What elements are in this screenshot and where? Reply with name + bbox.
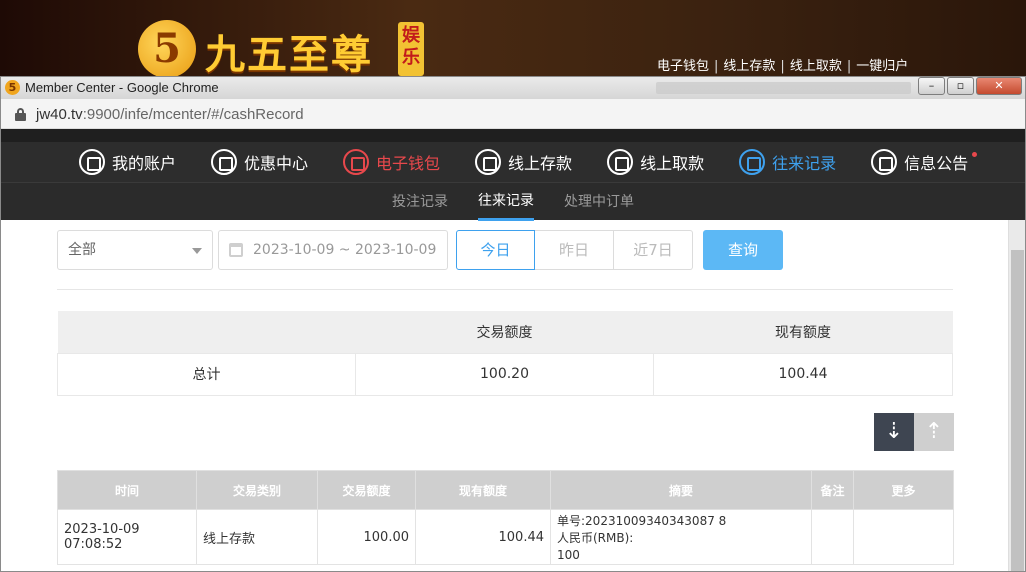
minimize-button[interactable]: – [918,77,945,95]
row-summary: 单号:20231009340343087 8 人民币(RMB): 100 [550,509,812,565]
summary-total-label: 总计 [57,352,356,396]
col-note: 备注 [811,470,854,510]
row-time: 2023-10-09 07:08:52 [57,509,197,565]
col-balance: 现有额度 [415,470,551,510]
nav-item-promotions[interactable]: 优惠中心 [211,149,308,175]
main-nav: 我的账户 优惠中心 电子钱包 线上存款 线上取款 往来记录 信息公告 [1,142,1025,182]
records-icon [739,149,766,175]
sub-nav: 投注记录 往来记录 处理中订单 [1,182,1025,221]
filter-bar: 全部 2023-10-09 ~ 2023-10-09 今日 昨日 近7日 查询 [57,230,783,270]
records-header-row: 时间 交易类别 交易额度 现有额度 摘要 备注 更多 [57,470,954,510]
tab-cash-records[interactable]: 往来记录 [478,183,534,221]
records-table: 时间 交易类别 交易额度 现有额度 摘要 备注 更多 2023-10-09 07… [57,470,954,565]
site-logo-text: 九五至尊 [205,31,373,78]
site-link-wallet[interactable]: 电子钱包 [657,59,709,74]
col-time: 时间 [57,470,197,510]
yesterday-button[interactable]: 昨日 [535,230,614,270]
blurred-region [656,82,911,94]
col-amount: 交易额度 [317,470,416,510]
window-title: Member Center - Google Chrome [25,80,219,95]
nav-item-records[interactable]: 往来记录 [739,149,836,175]
search-button[interactable]: 查询 [703,230,783,270]
deposit-icon [475,149,502,175]
today-button[interactable]: 今日 [456,230,535,270]
last-7-days-button[interactable]: 近7日 [614,230,693,270]
col-type: 交易类别 [196,470,318,510]
wallet-icon [343,149,370,175]
site-link-deposit[interactable]: 线上存款 [723,59,775,74]
col-more: 更多 [853,470,954,510]
tab-pending-orders[interactable]: 处理中订单 [564,183,634,221]
summary-total-amount: 100.20 [355,352,654,396]
site-favicon-icon: 5 [5,80,20,95]
col-summary: 摘要 [550,470,812,510]
browser-window: 5 Member Center - Google Chrome – ▫ ✕ jw… [0,76,1026,572]
summary-header-amount: 交易额度 [355,311,654,353]
summary-table: 交易额度 现有额度 总计 100.20 100.44 [57,311,953,396]
content-area: 全部 2023-10-09 ~ 2023-10-09 今日 昨日 近7日 查询 … [1,220,1025,571]
site-logo-badge: 娱乐 [398,22,424,76]
row-more[interactable] [853,509,954,565]
nav-item-deposit[interactable]: 线上存款 [475,149,572,175]
summary-header-blank [57,311,356,353]
url-text[interactable]: jw40.tv:9900/infe/mcenter/#/cashRecord [36,106,304,123]
address-bar[interactable]: jw40.tv:9900/infe/mcenter/#/cashRecord [1,99,1025,129]
row-balance: 100.44 [415,509,551,565]
scrollbar[interactable] [1008,220,1025,571]
row-type: 线上存款 [196,509,318,565]
window-titlebar[interactable]: 5 Member Center - Google Chrome – ▫ ✕ [1,77,1025,99]
row-amount: 100.00 [317,509,416,565]
site-link-consolidate[interactable]: 一键归户 [856,59,908,74]
summary-total-balance: 100.44 [653,352,953,396]
table-row: 2023-10-09 07:08:52 线上存款 100.00 100.44 单… [57,509,954,565]
bell-icon [871,149,898,175]
nav-item-announcements[interactable]: 信息公告 [871,149,978,175]
tab-bet-records[interactable]: 投注记录 [392,183,448,221]
gift-icon [211,149,238,175]
type-select[interactable]: 全部 [57,230,213,270]
site-link-withdraw[interactable]: 线上取款 [790,59,842,74]
nav-top-strip [1,129,1025,142]
notification-dot [972,151,978,157]
sort-desc-icon[interactable]: ⇣ [874,413,914,451]
sort-controls: ⇣ ⇡ [874,413,954,451]
divider [57,289,953,290]
summary-header-balance: 现有额度 [653,311,953,353]
date-range-input[interactable]: 2023-10-09 ~ 2023-10-09 [218,230,448,270]
lock-icon[interactable] [15,108,26,121]
user-icon [79,149,105,175]
site-logo-icon: 5 [138,20,196,78]
calendar-icon [229,243,243,257]
close-button[interactable]: ✕ [976,77,1022,95]
scrollbar-thumb[interactable] [1011,250,1024,571]
nav-item-account[interactable]: 我的账户 [79,149,176,175]
site-top-links: 电子钱包 | 线上存款 | 线上取款 | 一键归户 [657,59,909,74]
site-header: 5 九五至尊 娱乐 电子钱包 | 线上存款 | 线上取款 | 一键归户 [0,0,1026,78]
maximize-button[interactable]: ▫ [947,77,974,95]
row-note [811,509,854,565]
chevron-down-icon [192,248,202,254]
withdraw-icon [607,149,634,175]
sort-asc-icon[interactable]: ⇡ [914,413,954,451]
nav-item-wallet[interactable]: 电子钱包 [343,149,440,175]
nav-item-withdraw[interactable]: 线上取款 [607,149,704,175]
